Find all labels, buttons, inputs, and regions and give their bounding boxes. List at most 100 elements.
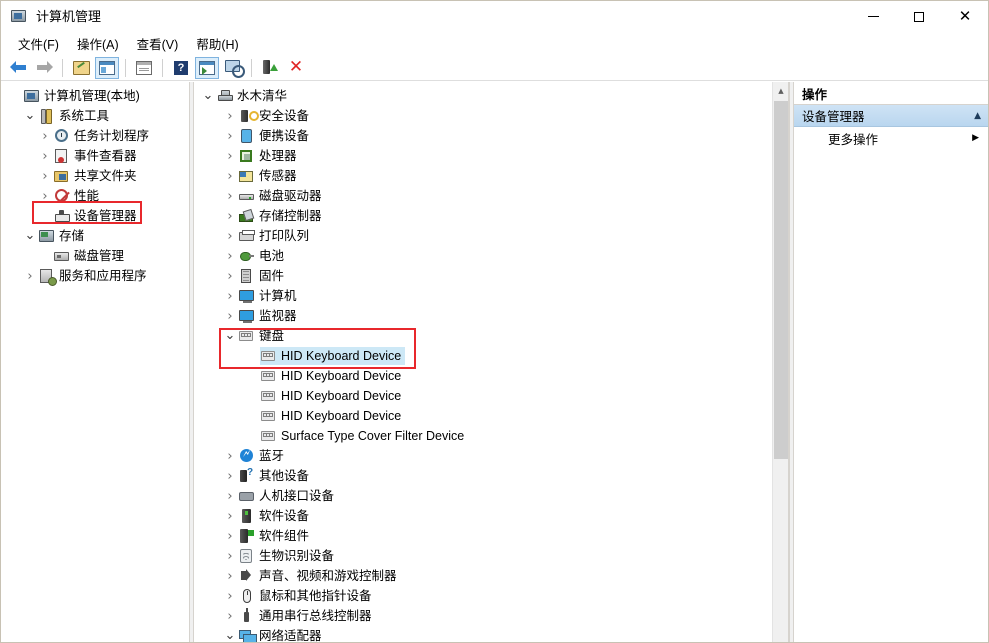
tree-item-label: 通用串行总线控制器 <box>259 608 372 623</box>
device-category-software-devices[interactable]: › 软件设备 <box>195 506 788 526</box>
show-hide-console-tree-button[interactable] <box>95 56 119 79</box>
chevron-right-icon[interactable]: › <box>22 266 38 286</box>
device-category-software-components[interactable]: › 软件组件 <box>195 526 788 546</box>
action-more-actions[interactable]: 更多操作 ▶ <box>794 127 988 149</box>
chevron-right-icon[interactable]: › <box>37 146 53 166</box>
chevron-down-icon[interactable]: ⌄ <box>22 106 38 126</box>
device-category-security-devices[interactable]: › 安全设备 <box>195 106 788 126</box>
minimize-button[interactable] <box>850 1 896 32</box>
tree-services-and-applications[interactable]: › 服务和应用程序 <box>2 266 189 286</box>
tree-disk-management[interactable]: 磁盘管理 <box>2 246 189 266</box>
device-root-computer[interactable]: ⌄ 水木清华 <box>195 86 788 106</box>
device-category-network-adapters[interactable]: ⌄ 网络适配器 <box>195 626 788 642</box>
device-category-other-devices[interactable]: › 其他设备 <box>195 466 788 486</box>
menu-view[interactable]: 查看(V) <box>128 32 188 55</box>
actions-section-header-device-manager[interactable]: 设备管理器 ▲ <box>794 105 988 127</box>
properties-button[interactable] <box>132 57 156 79</box>
chevron-right-icon[interactable]: › <box>222 486 238 506</box>
device-category-batteries[interactable]: › 电池 <box>195 246 788 266</box>
device-hid-keyboard-device-1[interactable]: HID Keyboard Device <box>195 346 788 366</box>
chevron-right-icon[interactable]: › <box>222 226 238 246</box>
chevron-up-icon[interactable]: ▲ <box>974 111 981 121</box>
device-category-computer[interactable]: › 计算机 <box>195 286 788 306</box>
chevron-right-icon[interactable]: › <box>222 506 238 526</box>
chevron-right-icon[interactable]: › <box>222 546 238 566</box>
chevron-right-icon[interactable]: › <box>222 566 238 586</box>
vertical-scrollbar[interactable]: ▲ <box>772 82 788 642</box>
chevron-right-icon[interactable]: › <box>222 166 238 186</box>
chevron-down-icon[interactable]: ⌄ <box>222 326 238 346</box>
mini-kb-icon <box>238 328 255 344</box>
chevron-right-icon[interactable]: › <box>222 586 238 606</box>
device-category-biometric-devices[interactable]: › 生物识别设备 <box>195 546 788 566</box>
chevron-down-icon[interactable]: ⌄ <box>22 226 38 246</box>
device-category-usb-controllers[interactable]: › 通用串行总线控制器 <box>195 606 788 626</box>
forward-button[interactable] <box>32 57 56 79</box>
tree-task-scheduler[interactable]: › 任务计划程序 <box>2 126 189 146</box>
chevron-right-icon[interactable]: › <box>222 206 238 226</box>
scan-for-hardware-changes-button[interactable] <box>221 57 245 79</box>
chevron-right-icon[interactable]: › <box>222 146 238 166</box>
close-button[interactable]: ✕ <box>942 1 988 32</box>
chevron-right-icon[interactable]: › <box>37 166 53 186</box>
tree-computer-management-local[interactable]: 计算机管理(本地) <box>2 86 189 106</box>
tree-device-manager[interactable]: 设备管理器 <box>2 206 189 226</box>
update-driver-button[interactable] <box>258 57 282 79</box>
chevron-right-icon[interactable]: › <box>37 126 53 146</box>
chevron-down-icon[interactable]: ⌄ <box>222 626 238 642</box>
chevron-right-icon[interactable]: › <box>37 186 53 206</box>
device-hid-keyboard-device-3[interactable]: HID Keyboard Device <box>195 386 788 406</box>
back-button[interactable] <box>6 57 30 79</box>
device-category-bluetooth[interactable]: › 蓝牙 <box>195 446 788 466</box>
chevron-right-icon[interactable]: › <box>222 106 238 126</box>
tree-shared-folders[interactable]: › 共享文件夹 <box>2 166 189 186</box>
qmark-icon <box>238 467 255 484</box>
device-category-disk-drives[interactable]: › 磁盘驱动器 <box>195 186 788 206</box>
chevron-right-icon[interactable]: › <box>222 186 238 206</box>
device-category-firmware[interactable]: › 固件 <box>195 266 788 286</box>
tree-performance[interactable]: › 性能 <box>2 186 189 206</box>
scrollbar-thumb[interactable] <box>774 101 788 459</box>
chevron-right-icon[interactable]: › <box>222 606 238 626</box>
chevron-down-icon[interactable]: ⌄ <box>200 86 216 106</box>
tree-storage[interactable]: ⌄ 存储 <box>2 226 189 246</box>
chevron-right-icon[interactable]: › <box>222 266 238 286</box>
device-manager-pane: ⌄ 水木清华 › 安全设备 › 便携设备 › 处理器 › 传感器 › 磁盘驱动器 › 存储控制器 › 打印队列… <box>195 82 789 642</box>
uninstall-device-icon: ✕ <box>288 57 304 77</box>
device-category-sensors[interactable]: › 传感器 <box>195 166 788 186</box>
device-category-storage-controllers[interactable]: › 存储控制器 <box>195 206 788 226</box>
menu-action[interactable]: 操作(A) <box>68 32 128 55</box>
show-hide-action-pane-button[interactable] <box>195 56 219 79</box>
splitter-left[interactable] <box>189 82 194 642</box>
chevron-right-icon[interactable]: › <box>222 526 238 546</box>
device-category-processors[interactable]: › 处理器 <box>195 146 788 166</box>
chevron-right-icon[interactable]: › <box>222 306 238 326</box>
chevron-right-icon[interactable]: › <box>222 286 238 306</box>
device-category-print-queues[interactable]: › 打印队列 <box>195 226 788 246</box>
device-category-human-interface-devices[interactable]: › 人机接口设备 <box>195 486 788 506</box>
chevron-right-icon[interactable]: › <box>222 446 238 466</box>
help-button[interactable]: ? <box>169 57 193 79</box>
device-hid-keyboard-device-2[interactable]: HID Keyboard Device <box>195 366 788 386</box>
device-category-monitors[interactable]: › 监视器 <box>195 306 788 326</box>
menu-help[interactable]: 帮助(H) <box>187 32 247 55</box>
tree-system-tools[interactable]: ⌄ 系统工具 <box>2 106 189 126</box>
device-category-keyboards[interactable]: ⌄ 键盘 <box>195 326 788 346</box>
device-surface-type-cover-filter-device[interactable]: Surface Type Cover Filter Device <box>195 426 788 446</box>
chevron-right-icon[interactable]: › <box>222 466 238 486</box>
device-category-sound-video-game-controllers[interactable]: › 声音、视频和游戏控制器 <box>195 566 788 586</box>
up-folder-icon <box>72 60 90 75</box>
mini-kb-icon <box>260 428 277 444</box>
uninstall-device-button[interactable]: ✕ <box>284 57 308 79</box>
chevron-right-icon[interactable]: › <box>222 246 238 266</box>
up-folder-button[interactable] <box>69 57 93 79</box>
device-category-portable-devices[interactable]: › 便携设备 <box>195 126 788 146</box>
scroll-up-button[interactable]: ▲ <box>773 82 788 99</box>
device-hid-keyboard-device-4[interactable]: HID Keyboard Device <box>195 406 788 426</box>
maximize-button[interactable] <box>896 1 942 32</box>
lp-storage-icon <box>38 228 55 244</box>
device-category-mice-and-pointing-devices[interactable]: › 鼠标和其他指针设备 <box>195 586 788 606</box>
tree-event-viewer[interactable]: › 事件查看器 <box>2 146 189 166</box>
chevron-right-icon[interactable]: › <box>222 126 238 146</box>
menu-file[interactable]: 文件(F) <box>9 32 68 55</box>
